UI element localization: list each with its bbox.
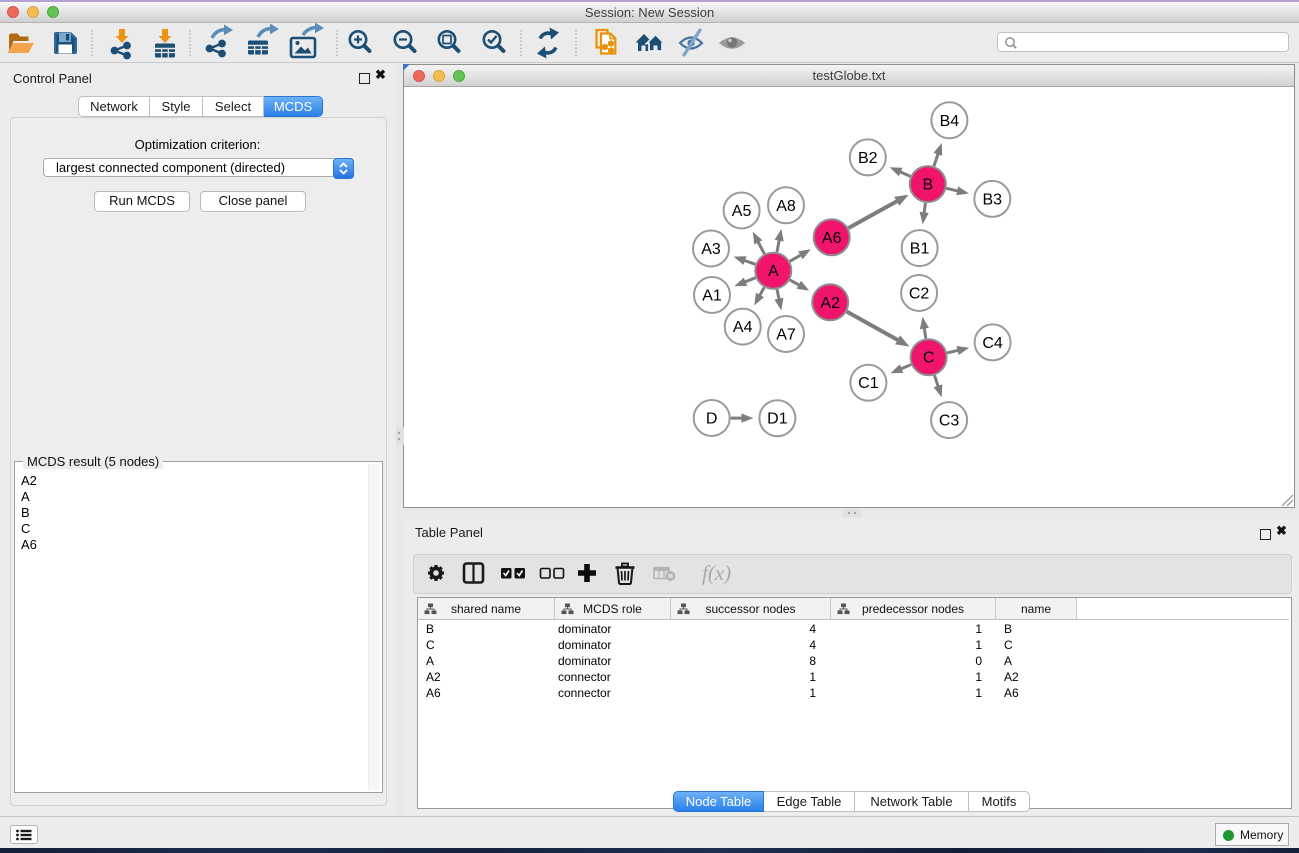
svg-text:C2: C2 bbox=[909, 286, 930, 303]
svg-text:B2: B2 bbox=[858, 150, 878, 167]
svg-text:A3: A3 bbox=[701, 241, 721, 258]
svg-text:B3: B3 bbox=[983, 191, 1003, 208]
svg-text:B4: B4 bbox=[940, 113, 960, 130]
svg-text:D: D bbox=[706, 411, 718, 428]
svg-text:C: C bbox=[923, 350, 935, 367]
svg-text:B: B bbox=[922, 177, 933, 194]
svg-text:A6: A6 bbox=[822, 230, 842, 247]
svg-text:A5: A5 bbox=[732, 203, 752, 220]
svg-text:A2: A2 bbox=[820, 295, 840, 312]
svg-text:A1: A1 bbox=[702, 288, 722, 305]
svg-text:A4: A4 bbox=[733, 319, 753, 336]
svg-text:A8: A8 bbox=[776, 198, 796, 215]
svg-text:f(x): f(x) bbox=[702, 561, 731, 585]
svg-text:D1: D1 bbox=[767, 411, 788, 428]
svg-text:A: A bbox=[768, 263, 779, 280]
svg-text:C3: C3 bbox=[939, 413, 960, 430]
svg-text:C1: C1 bbox=[858, 375, 879, 392]
svg-text:C4: C4 bbox=[982, 335, 1003, 352]
svg-text:B1: B1 bbox=[910, 241, 930, 258]
svg-text:A7: A7 bbox=[776, 327, 796, 344]
